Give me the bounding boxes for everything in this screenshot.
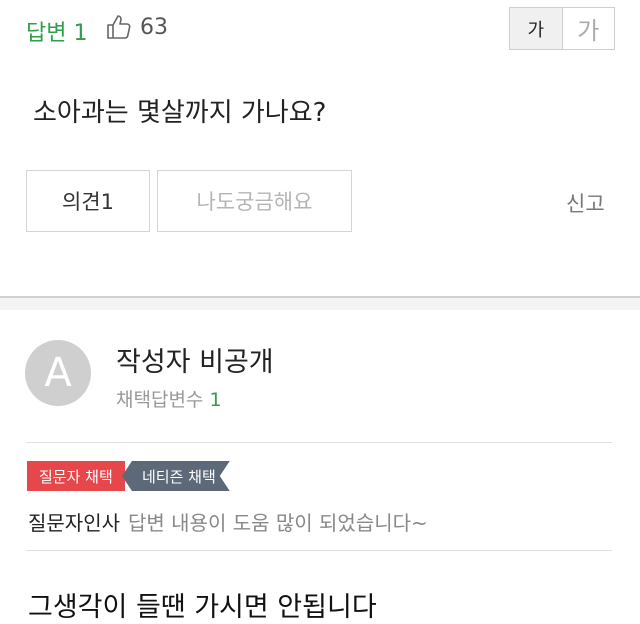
thumbs-up-icon[interactable] bbox=[104, 12, 134, 42]
curious-too-button[interactable]: 나도궁금해요 bbox=[157, 170, 352, 232]
opinion-button[interactable]: 의견1 bbox=[26, 170, 150, 232]
adopted-count-label: 채택답변수 bbox=[116, 389, 204, 411]
author-name: 작성자 비공개 bbox=[116, 347, 274, 378]
thanks-label: 질문자인사 bbox=[28, 511, 120, 535]
asker-adopted-badge: 질문자 채택 bbox=[27, 461, 125, 491]
netizen-adopted-badge: 네티즌 채택 bbox=[122, 461, 230, 491]
asker-thanks-row: 질문자인사 답변 내용이 도움 많이 되었습니다~ bbox=[28, 507, 428, 536]
font-size-toggle[interactable]: 가 가 bbox=[509, 7, 615, 50]
question-title: 소아과는 몇살까지 가나요? bbox=[33, 98, 327, 128]
thanks-message: 답변 내용이 도움 많이 되었습니다~ bbox=[128, 511, 428, 535]
divider-line bbox=[26, 550, 612, 551]
font-large-button[interactable]: 가 bbox=[562, 8, 614, 49]
report-link[interactable]: 신고 bbox=[566, 188, 605, 218]
divider-line bbox=[26, 442, 612, 443]
avatar: A bbox=[25, 340, 91, 406]
like-count: 63 bbox=[140, 15, 168, 40]
section-divider bbox=[0, 296, 640, 310]
adopted-answer-count: 채택답변수 1 bbox=[116, 385, 222, 412]
answer-count-label: 답변 1 bbox=[26, 21, 88, 46]
adopted-count-number: 1 bbox=[209, 389, 222, 411]
font-small-button[interactable]: 가 bbox=[510, 8, 563, 49]
answer-body: 그생각이 들땐 가시면 안됩니다 bbox=[28, 592, 377, 623]
